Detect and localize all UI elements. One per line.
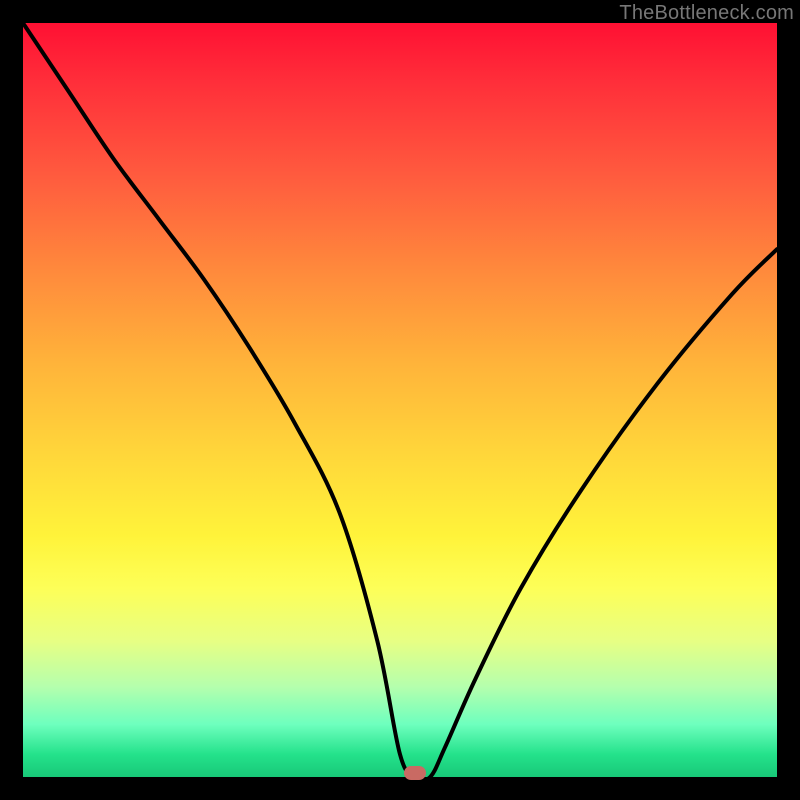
- optimal-point-marker: [404, 766, 426, 780]
- bottleneck-curve: [23, 23, 777, 777]
- curve-path: [23, 23, 777, 777]
- chart-frame: [23, 23, 777, 777]
- watermark-text: TheBottleneck.com: [619, 2, 794, 25]
